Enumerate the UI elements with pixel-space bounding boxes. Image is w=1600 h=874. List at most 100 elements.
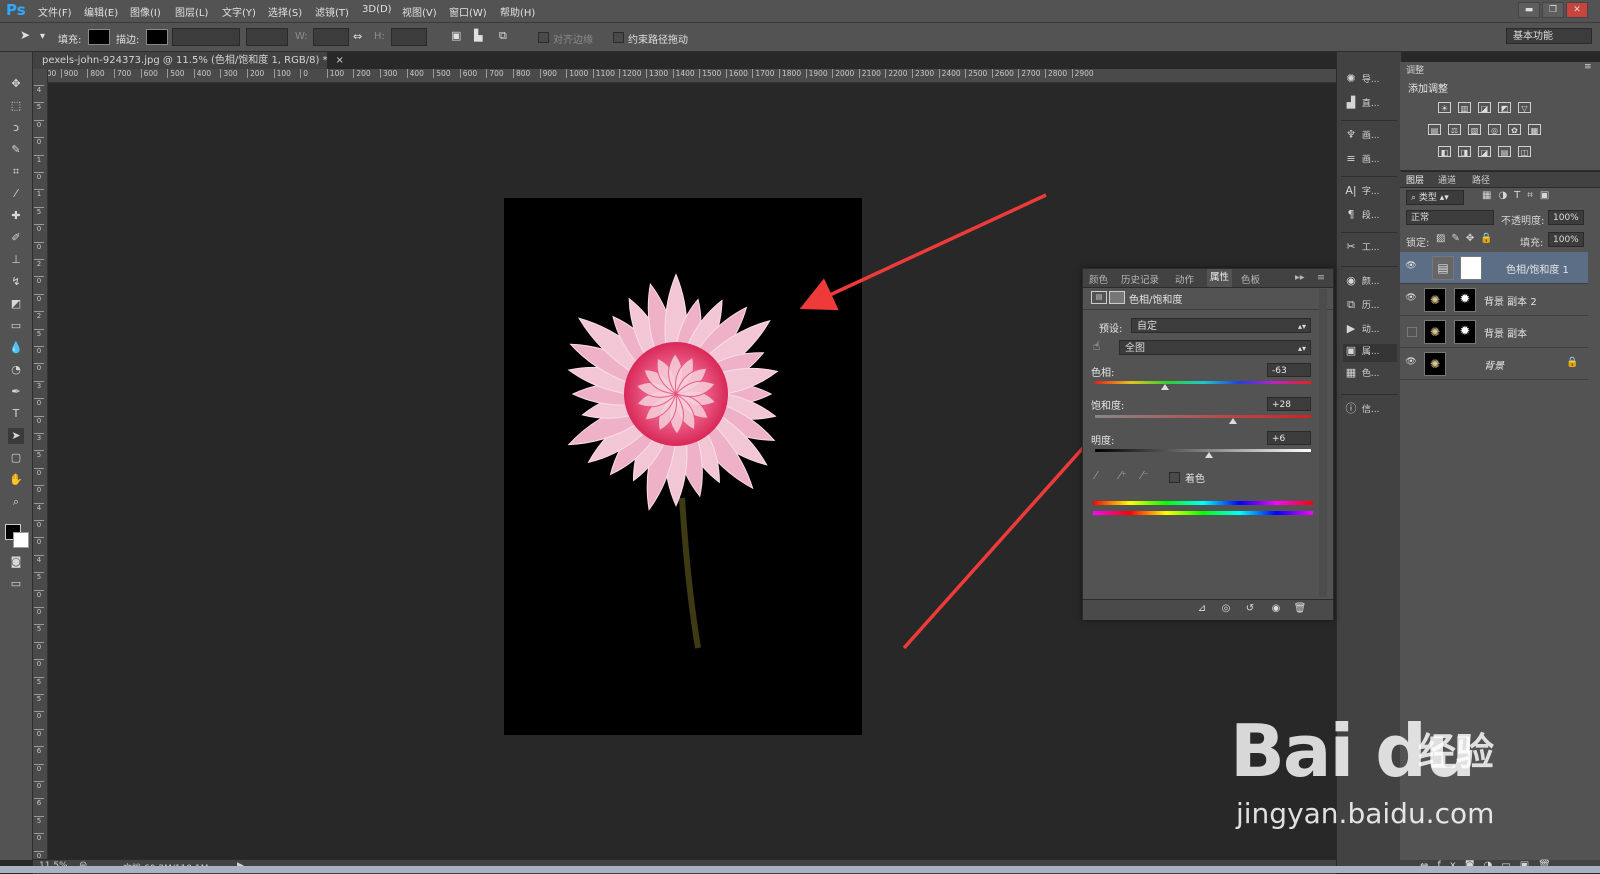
healing-tool-icon[interactable]: ✚ bbox=[8, 208, 24, 224]
colorize-checkbox[interactable] bbox=[1169, 472, 1180, 483]
layer-row[interactable]: ✺ ✹ 背景 副本 bbox=[1400, 316, 1588, 348]
opacity-field[interactable]: 100% bbox=[1548, 210, 1584, 225]
layer-thumbnail[interactable]: ✺ bbox=[1424, 352, 1446, 376]
fill-field[interactable]: 100% bbox=[1548, 232, 1584, 247]
layers-tab[interactable]: 图层 bbox=[1406, 173, 1424, 186]
properties-scrollbar[interactable] bbox=[1319, 289, 1327, 597]
layer-row[interactable]: 👁 ▤ 色相/饱和度 1 bbox=[1400, 252, 1588, 284]
close-button[interactable]: ✕ bbox=[1566, 2, 1588, 18]
tab-actions[interactable]: 动作 bbox=[1175, 272, 1194, 286]
panel-menu-icon[interactable]: ≡ bbox=[1317, 272, 1325, 283]
width-field[interactable] bbox=[313, 28, 349, 46]
saturation-slider-thumb[interactable] bbox=[1229, 418, 1238, 424]
document-tab[interactable]: pexels-john-924373.jpg @ 11.5% (色相/饱和度 1… bbox=[33, 52, 344, 69]
adjustment-icon[interactable]: ▤ bbox=[1498, 146, 1511, 157]
tab-properties[interactable]: 属性 bbox=[1207, 269, 1233, 287]
view-previous-icon[interactable]: ◎ bbox=[1219, 603, 1233, 617]
quick-select-tool-icon[interactable]: ✎ bbox=[8, 142, 24, 158]
saturation-value[interactable]: +28 bbox=[1267, 397, 1311, 411]
shape-tool-icon[interactable]: ▢ bbox=[8, 450, 24, 466]
workspace-dropdown[interactable]: 基本功能 bbox=[1506, 28, 1592, 44]
path-operations-icon[interactable]: ▣ bbox=[451, 29, 461, 42]
lock-icons[interactable]: ▨✎✥🔒 bbox=[1436, 233, 1499, 244]
adjustment-icon[interactable]: ◧ bbox=[1438, 146, 1451, 157]
gradient-tool-icon[interactable]: ▭ bbox=[8, 318, 24, 334]
layer-visibility-icon[interactable]: 👁 bbox=[1405, 293, 1417, 305]
panel-shortcut-0[interactable]: ✺ 导... bbox=[1343, 72, 1397, 90]
stamp-tool-icon[interactable]: ⊥ bbox=[8, 252, 24, 268]
document-canvas[interactable] bbox=[504, 198, 862, 735]
constrain-path-checkbox[interactable] bbox=[613, 32, 624, 43]
layer-name[interactable]: 背景 副本 2 bbox=[1484, 293, 1537, 308]
hue-slider-thumb[interactable] bbox=[1161, 384, 1170, 390]
link-icon[interactable]: ⇔ bbox=[353, 30, 362, 43]
adjustment-icon[interactable]: ◨ bbox=[1458, 146, 1471, 157]
move-tool-icon[interactable]: ✥ bbox=[8, 76, 24, 92]
zoom-tool-icon[interactable]: ⌕ bbox=[8, 494, 24, 510]
adjustment-icon[interactable]: ◪ bbox=[1478, 146, 1491, 157]
clip-to-layer-icon[interactable]: ⊿ bbox=[1195, 603, 1209, 617]
hue-value[interactable]: -63 bbox=[1267, 363, 1311, 377]
lightness-slider-thumb[interactable] bbox=[1205, 452, 1214, 458]
adjustment-icon[interactable]: ◫ bbox=[1518, 146, 1531, 157]
adjustment-icon[interactable]: ▥ bbox=[1458, 102, 1471, 113]
layer-name[interactable]: 背景 副本 bbox=[1484, 325, 1527, 340]
panel-shortcut-3[interactable]: ≡ 画... bbox=[1343, 152, 1397, 170]
hand-tool-icon[interactable]: ✋ bbox=[8, 472, 24, 488]
dodge-tool-icon[interactable]: ◔ bbox=[8, 362, 24, 378]
layer-thumbnail[interactable]: ✺ bbox=[1424, 320, 1446, 344]
panel-shortcut-5[interactable]: ¶ 段... bbox=[1343, 208, 1397, 226]
eraser-tool-icon[interactable]: ◩ bbox=[8, 296, 24, 312]
stroke-width-field[interactable] bbox=[172, 28, 240, 46]
panel-shortcut-11[interactable]: ▦ 色... bbox=[1343, 366, 1397, 384]
layer-mask-thumbnail[interactable]: ✹ bbox=[1454, 288, 1476, 312]
adjustment-icon[interactable]: ✿ bbox=[1508, 124, 1521, 135]
layer-visibility-icon[interactable]: 👁 bbox=[1405, 357, 1417, 369]
eyedropper-plus-icon[interactable]: ⁄⁺ bbox=[1119, 469, 1127, 482]
channels-tab[interactable]: 通道 bbox=[1438, 173, 1456, 186]
paths-tab[interactable]: 路径 bbox=[1472, 173, 1490, 186]
targeted-adjustment-hand-icon[interactable]: ☝ bbox=[1093, 339, 1100, 353]
menu-type[interactable]: 文字(Y) bbox=[222, 4, 256, 19]
adjustment-icon[interactable]: ▦ bbox=[1528, 124, 1541, 135]
crop-tool-icon[interactable]: ⌗ bbox=[8, 164, 24, 180]
path-alignment-icon[interactable]: ▙ bbox=[474, 29, 482, 42]
menu-edit[interactable]: 编辑(E) bbox=[84, 4, 118, 19]
adjustment-icon[interactable]: ◩ bbox=[1498, 102, 1511, 113]
adjustment-icon[interactable]: ▧ bbox=[1468, 124, 1481, 135]
height-field[interactable] bbox=[391, 28, 427, 46]
eyedropper-minus-icon[interactable]: ⁄⁻ bbox=[1141, 469, 1149, 482]
layer-row[interactable]: 👁 ✺ 背景 🔒 bbox=[1400, 348, 1588, 380]
adjustment-icon[interactable]: ⚖ bbox=[1448, 124, 1461, 135]
align-edges-checkbox[interactable] bbox=[538, 32, 549, 43]
eyedropper-icon[interactable]: ⁄ bbox=[1095, 469, 1097, 482]
stroke-swatch[interactable] bbox=[146, 29, 168, 45]
lasso-tool-icon[interactable]: ↄ bbox=[8, 120, 24, 136]
menu-help[interactable]: 帮助(H) bbox=[500, 4, 535, 19]
fill-swatch[interactable] bbox=[88, 29, 110, 45]
close-tab-icon[interactable]: × bbox=[336, 55, 344, 66]
lightness-value[interactable]: +6 bbox=[1267, 431, 1311, 445]
menu-file[interactable]: 文件(F) bbox=[38, 4, 72, 19]
menu-view[interactable]: 视图(V) bbox=[402, 4, 437, 19]
layer-row[interactable]: 👁 ✺ ✹ 背景 副本 2 bbox=[1400, 284, 1588, 316]
menu-layer[interactable]: 图层(L) bbox=[175, 4, 208, 19]
adjustments-tab[interactable]: 调整 bbox=[1406, 63, 1424, 76]
pen-tool-icon[interactable]: ✒ bbox=[8, 384, 24, 400]
screen-mode-icon[interactable]: ▭ bbox=[8, 576, 24, 592]
lightness-slider-track[interactable] bbox=[1095, 449, 1311, 452]
background-color-swatch[interactable] bbox=[13, 532, 29, 548]
type-tool-icon[interactable]: T bbox=[8, 406, 24, 422]
menu-image[interactable]: 图像(I) bbox=[130, 4, 161, 19]
panel-shortcut-4[interactable]: A| 字... bbox=[1343, 184, 1397, 202]
blur-tool-icon[interactable]: 💧 bbox=[8, 340, 24, 356]
panel-shortcut-6[interactable]: ✂ 工... bbox=[1343, 240, 1397, 258]
saturation-slider-track[interactable] bbox=[1095, 415, 1311, 418]
path-selection-tool-icon[interactable]: ➤ bbox=[8, 428, 24, 444]
layer-thumbnail[interactable]: ✺ bbox=[1424, 288, 1446, 312]
panel-shortcut-7[interactable]: ◉ 颜... bbox=[1343, 274, 1397, 292]
collapse-panel-icon[interactable]: ▸▸ bbox=[1295, 272, 1305, 283]
panel-shortcut-12[interactable]: ⓘ 信... bbox=[1343, 400, 1397, 418]
visibility-icon[interactable]: ◉ bbox=[1269, 603, 1283, 617]
path-select-tool-icon[interactable]: ➤ bbox=[20, 28, 30, 42]
